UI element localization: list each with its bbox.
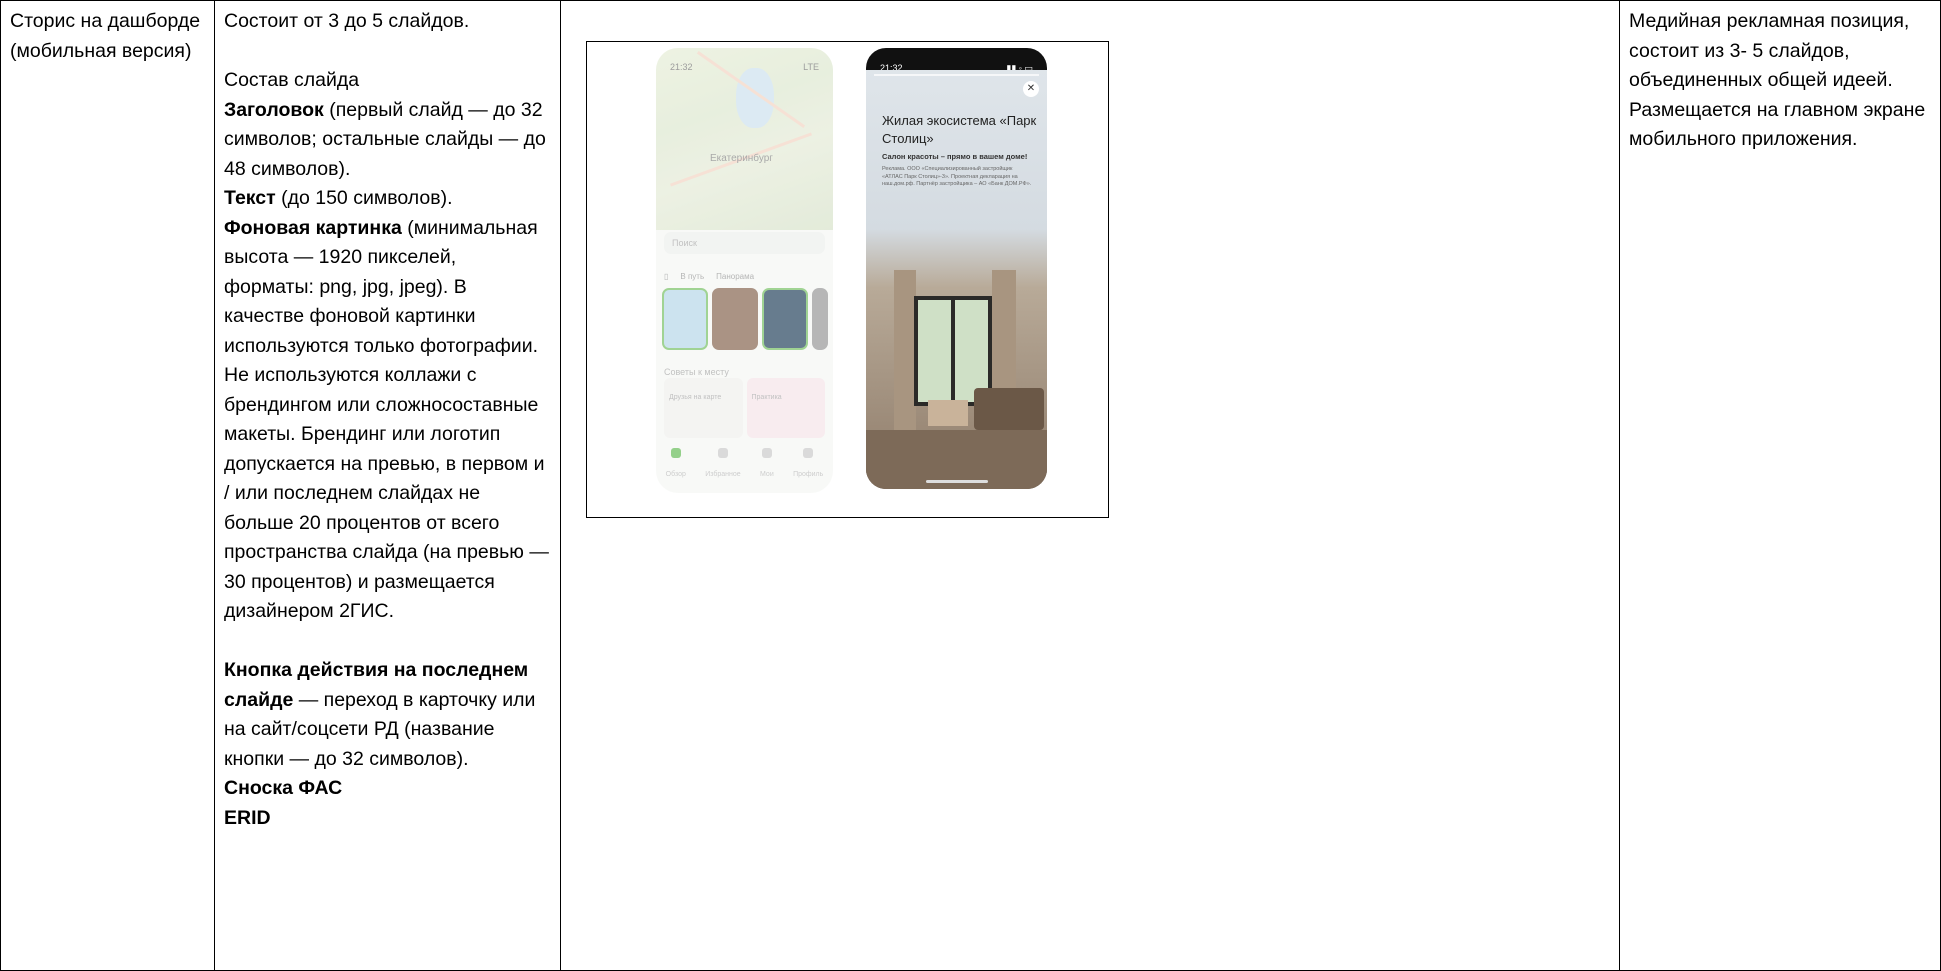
format-name-cell: Сторис на дашборде (мобильная версия) [0,0,215,971]
map-area: Екатеринбург [656,48,833,230]
phone-screenshot-story: 21:32 ▮▮ ◦ ▭ ✕ Жилая экосистема «Парк Сто… [866,48,1047,489]
phone-screenshot-map: Екатеринбург 21:32 LTE Поиск ▯ В путь Пан… [656,48,833,493]
tip-card: Практика [746,378,825,438]
story-progress [874,74,1039,76]
button-rule: Кнопка действия на последнем слайде — пе… [224,659,536,770]
fas-note: Сноска ФАС [224,777,343,799]
description-cell: Медийная рекламная позиция, состоит из 3… [1619,0,1941,971]
map-city-label: Екатеринбург [710,153,773,164]
story-card [712,288,758,350]
format-description: Медийная рекламная позиция, состоит из 3… [1629,10,1926,150]
format-name: Сторис на дашборде (мобильная версия) [10,10,201,62]
home-indicator [926,480,988,483]
story-slide: ✕ Жилая экосистема «Парк Столиц» Салон к… [866,70,1047,489]
status-bar: 21:32 ▮▮ ◦ ▭ [880,63,1033,73]
composition-label: Состав слайда [224,69,360,91]
story-title: Жилая экосистема «Парк Столиц» [882,113,1037,146]
heading-rule: Заголовок (первый слайд — до 32 символов… [224,98,546,180]
preview-image: Екатеринбург 21:32 LTE Поиск ▯ В путь Пан… [586,41,1109,518]
story-card [812,288,828,350]
story-card [762,288,808,350]
tips-row: Друзья на карте Практика [664,378,825,438]
stories-row [662,288,828,350]
spec-cell: Состоит от 3 до 5 слайдов. Состав слайда… [214,0,561,971]
story-subtitle: Салон красоты – прямо в вашем доме! [882,152,1028,161]
erid-note: ERID [224,806,271,829]
search-input: Поиск [664,232,825,254]
text-rule: Текст (до 150 символов). [224,187,453,209]
tip-card: Друзья на карте [664,378,743,438]
story-legal: Реклама. ООО «Специализированный застрой… [882,166,1032,187]
status-bar: 21:32 LTE [670,62,819,72]
preview-cell: Екатеринбург 21:32 LTE Поиск ▯ В путь Пан… [560,0,1620,971]
story-card [662,288,708,350]
close-icon: ✕ [1023,81,1039,97]
spec-table: Сторис на дашборде (мобильная версия) Со… [0,0,1941,971]
background-rule: Фоновая картинка (минимальная высота — 1… [224,216,549,623]
table-row: Сторис на дашборде (мобильная версия) Со… [0,0,1941,971]
spec-intro: Состоит от 3 до 5 слайдов. [224,10,470,32]
tab-bar: Обзор Избранное Мои Профиль [656,448,833,490]
